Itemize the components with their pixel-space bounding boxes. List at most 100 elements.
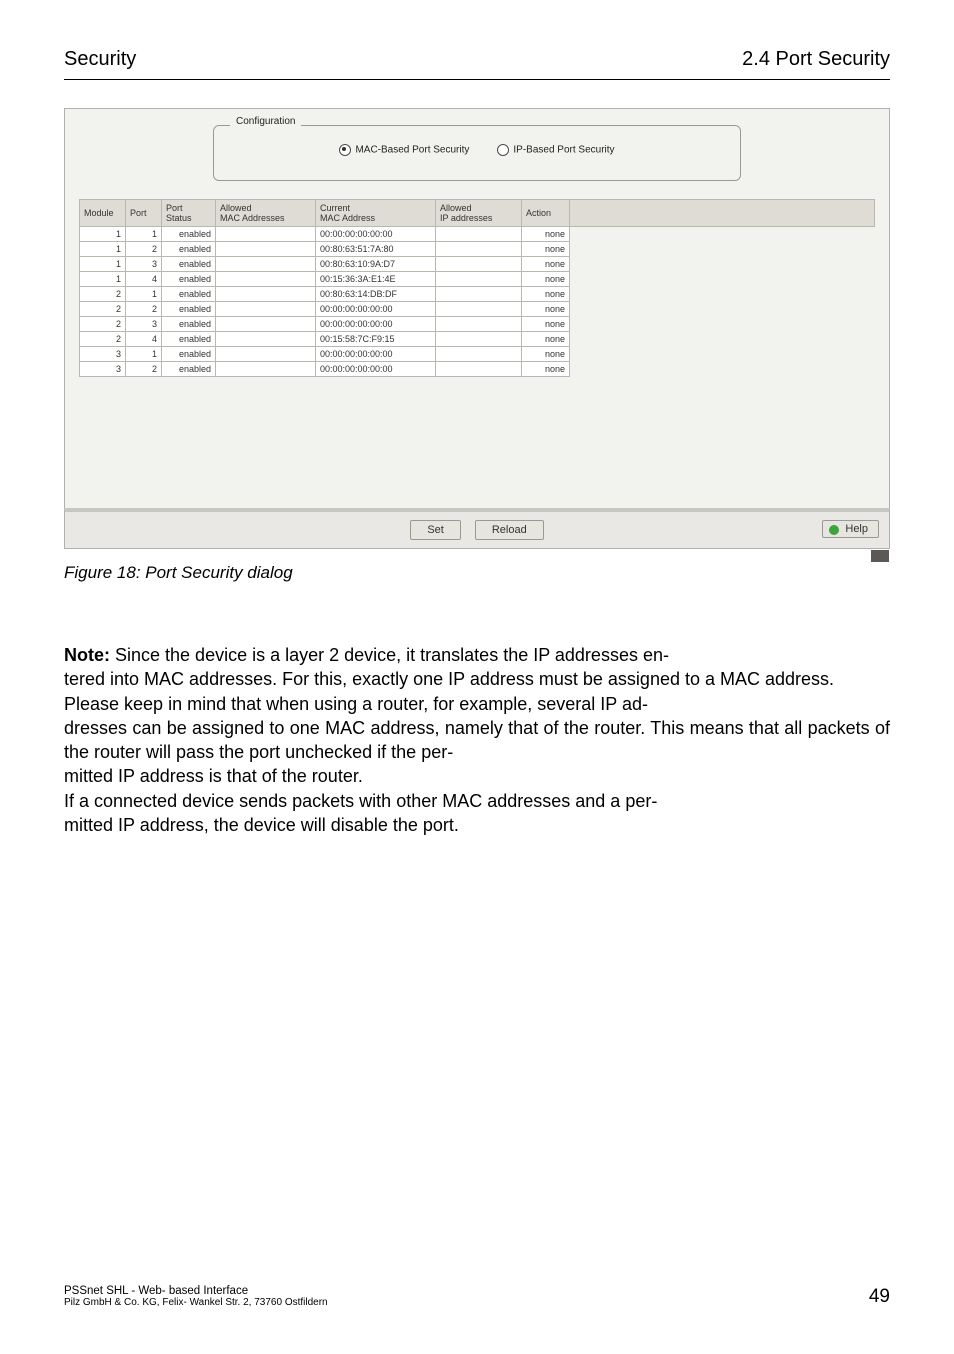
- col-current-mac[interactable]: Current MAC Address: [316, 200, 436, 227]
- cell-allowed-mac: [216, 347, 316, 362]
- cell-allowed-mac: [216, 332, 316, 347]
- cell-allowed-ip: [436, 227, 522, 242]
- cell-spacer: [570, 257, 875, 272]
- table-header-row: Module Port Port Status Allowed MAC Addr…: [80, 200, 875, 227]
- cell-port: 2: [126, 362, 162, 377]
- col-allowed-mac[interactable]: Allowed MAC Addresses: [216, 200, 316, 227]
- table-row[interactable]: 21enabled00:80:63:14:DB:DFnone: [80, 287, 875, 302]
- note-text: mitted IP address is that of the router.: [64, 766, 363, 786]
- note-block: Note: Since the device is a layer 2 devi…: [64, 643, 890, 837]
- cell-status: enabled: [162, 257, 216, 272]
- footer-line2: Pilz GmbH & Co. KG, Felix- Wankel Str. 2…: [64, 1297, 328, 1308]
- cell-action: none: [522, 317, 570, 332]
- cell-allowed-ip: [436, 272, 522, 287]
- corner-badge: [871, 550, 889, 562]
- cell-current-mac: 00:00:00:00:00:00: [316, 317, 436, 332]
- table-row[interactable]: 24enabled00:15:58:7C:F9:15none: [80, 332, 875, 347]
- cell-spacer: [570, 287, 875, 302]
- set-button[interactable]: Set: [410, 520, 461, 540]
- col-action[interactable]: Action: [522, 200, 570, 227]
- cell-allowed-mac: [216, 317, 316, 332]
- cell-status: enabled: [162, 227, 216, 242]
- cell-spacer: [570, 362, 875, 377]
- cell-module: 3: [80, 362, 126, 377]
- cell-allowed-mac: [216, 272, 316, 287]
- cell-action: none: [522, 347, 570, 362]
- note-text: Since the device is a layer 2 device, it…: [110, 645, 663, 665]
- cell-action: none: [522, 362, 570, 377]
- figure-18: Configuration MAC-Based Port Security IP…: [64, 108, 890, 583]
- note-text: dresses can be assigned to one MAC addre…: [64, 718, 890, 762]
- cell-status: enabled: [162, 302, 216, 317]
- cell-spacer: [570, 317, 875, 332]
- cell-status: enabled: [162, 287, 216, 302]
- cell-module: 1: [80, 257, 126, 272]
- col-module[interactable]: Module: [80, 200, 126, 227]
- table-row[interactable]: 14enabled00:15:36:3A:E1:4Enone: [80, 272, 875, 287]
- table-row[interactable]: 13enabled00:80:63:10:9A:D7none: [80, 257, 875, 272]
- figure-caption: Figure 18: Port Security dialog: [64, 563, 890, 583]
- cell-port: 4: [126, 272, 162, 287]
- cell-port: 3: [126, 257, 162, 272]
- cell-allowed-ip: [436, 317, 522, 332]
- table-row[interactable]: 12enabled00:80:63:51:7A:80none: [80, 242, 875, 257]
- cell-current-mac: 00:80:63:51:7A:80: [316, 242, 436, 257]
- radio-ip-based[interactable]: IP-Based Port Security: [497, 144, 614, 156]
- page-number: 49: [869, 1286, 890, 1308]
- cell-allowed-mac: [216, 362, 316, 377]
- cell-status: enabled: [162, 362, 216, 377]
- cell-current-mac: 00:00:00:00:00:00: [316, 302, 436, 317]
- table-row[interactable]: 31enabled00:00:00:00:00:00none: [80, 347, 875, 362]
- cell-allowed-mac: [216, 242, 316, 257]
- note-text: tered into MAC addresses. For this, exac…: [64, 669, 834, 689]
- cell-module: 3: [80, 347, 126, 362]
- col-spacer: [570, 200, 875, 227]
- cell-allowed-ip: [436, 302, 522, 317]
- cell-module: 2: [80, 317, 126, 332]
- col-allowed-ip[interactable]: Allowed IP addresses: [436, 200, 522, 227]
- table-row[interactable]: 22enabled00:00:00:00:00:00none: [80, 302, 875, 317]
- cell-module: 2: [80, 287, 126, 302]
- table-row[interactable]: 32enabled 00:00:00:00:00:00 none: [80, 362, 875, 377]
- cell-action: none: [522, 227, 570, 242]
- cell-allowed-mac: [216, 287, 316, 302]
- cell-spacer: [570, 332, 875, 347]
- cell-spacer: [570, 272, 875, 287]
- cell-spacer: [570, 242, 875, 257]
- cell-allowed-mac: [216, 302, 316, 317]
- cell-module: 2: [80, 332, 126, 347]
- table-row[interactable]: 11enabled00:00:00:00:00:00none: [80, 227, 875, 242]
- port-table-wrap: Module Port Port Status Allowed MAC Addr…: [79, 199, 875, 377]
- help-button[interactable]: Help: [822, 520, 879, 538]
- table-row[interactable]: 23enabled00:00:00:00:00:00none: [80, 317, 875, 332]
- cell-current-mac: 00:00:00:00:00:00: [316, 362, 436, 377]
- cell-allowed-ip: [436, 332, 522, 347]
- cell-current-mac: 00:80:63:10:9A:D7: [316, 257, 436, 272]
- reload-button[interactable]: Reload: [475, 520, 544, 540]
- header-rule: [64, 79, 890, 80]
- cell-spacer: [570, 227, 875, 242]
- page-footer: PSSnet SHL - Web- based Interface Pilz G…: [64, 1285, 890, 1308]
- dialog-button-bar: Set Reload Help: [64, 508, 890, 549]
- note-text: mitted IP address, the device will disab…: [64, 815, 459, 835]
- cell-current-mac: 00:80:63:14:DB:DF: [316, 287, 436, 302]
- radio-mac-label: MAC-Based Port Security: [355, 145, 469, 156]
- col-port[interactable]: Port: [126, 200, 162, 227]
- port-security-table: Module Port Port Status Allowed MAC Addr…: [79, 199, 875, 377]
- radio-icon: [339, 144, 351, 156]
- cell-port: 2: [126, 242, 162, 257]
- radio-mac-based[interactable]: MAC-Based Port Security: [339, 144, 469, 156]
- configuration-fieldset: Configuration MAC-Based Port Security IP…: [213, 125, 741, 181]
- cell-allowed-mac: [216, 257, 316, 272]
- cell-port: 3: [126, 317, 162, 332]
- col-port-status[interactable]: Port Status: [162, 200, 216, 227]
- note-label: Note:: [64, 645, 110, 665]
- cell-allowed-ip: [436, 242, 522, 257]
- cell-allowed-ip: [436, 287, 522, 302]
- cell-port: 1: [126, 227, 162, 242]
- cell-allowed-ip: [436, 362, 522, 377]
- cell-allowed-ip: [436, 347, 522, 362]
- cell-action: none: [522, 302, 570, 317]
- cell-module: 2: [80, 302, 126, 317]
- footer-line1: PSSnet SHL - Web- based Interface: [64, 1285, 328, 1297]
